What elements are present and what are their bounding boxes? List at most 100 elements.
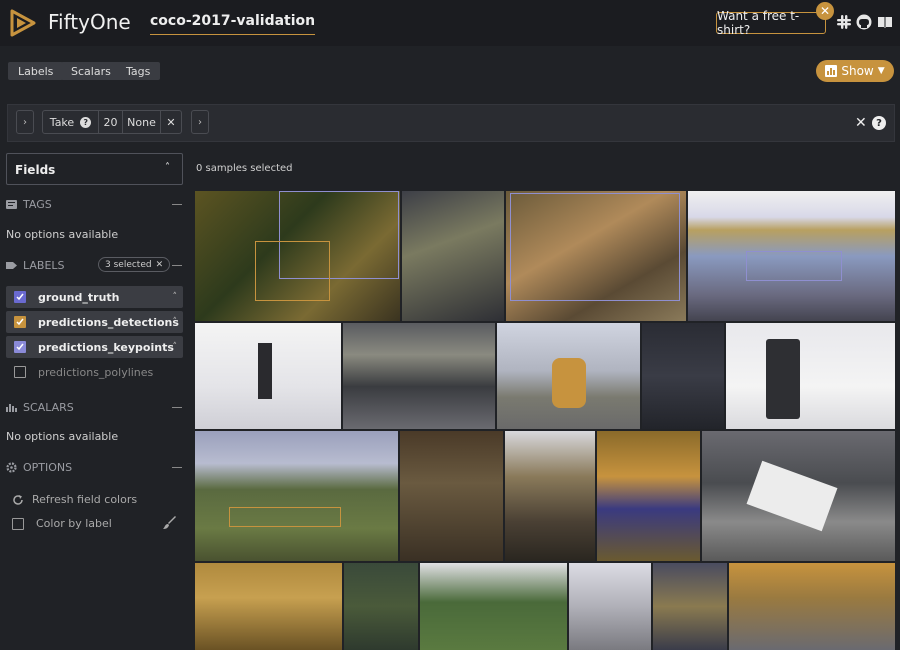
checkbox[interactable] — [14, 341, 26, 353]
sample-tile[interactable] — [420, 563, 567, 650]
sample-tile[interactable] — [195, 431, 398, 561]
bounding-box — [510, 193, 680, 301]
sample-tile[interactable] — [505, 431, 595, 561]
sample-tile[interactable] — [569, 563, 651, 650]
bounding-box — [746, 251, 842, 281]
options-section-header[interactable]: OPTIONS — [6, 459, 72, 475]
sample-tile[interactable] — [195, 323, 341, 429]
docs-icon[interactable] — [877, 14, 893, 30]
fiftyone-logo-icon[interactable] — [8, 8, 38, 38]
help-icon[interactable]: ? — [80, 116, 92, 128]
dataset-selector[interactable]: coco-2017-validation — [150, 13, 316, 35]
tab-scalars[interactable]: Scalars — [61, 62, 121, 80]
sample-tile[interactable] — [195, 191, 400, 321]
bounding-box — [255, 241, 330, 301]
bar-chart-icon — [6, 403, 17, 412]
scalars-section-header[interactable]: SCALARS — [6, 399, 74, 415]
github-icon[interactable] — [856, 14, 872, 30]
chevron-up-icon: ˄ — [165, 162, 170, 173]
chevron-up-icon[interactable]: ˄ — [173, 292, 178, 302]
check-icon — [16, 343, 24, 351]
app-name: FiftyOne — [48, 10, 131, 34]
close-icon[interactable]: ✕ — [816, 2, 834, 20]
chevron-up-icon[interactable]: ˄ — [173, 342, 178, 352]
collapse-tags-icon[interactable] — [172, 204, 182, 205]
view-stage[interactable]: Take ? 20 None ✕ — [42, 110, 182, 134]
selected-count-badge[interactable]: 3 selected ✕ — [98, 257, 171, 272]
labels-section-header[interactable]: LABELS — [6, 257, 65, 273]
check-icon — [16, 293, 24, 301]
slack-icon[interactable] — [836, 14, 852, 30]
show-button-label: Show — [841, 64, 874, 78]
color-by-label-toggle[interactable]: Color by label — [12, 517, 112, 530]
tab-tags[interactable]: Tags — [116, 62, 161, 80]
scalars-empty-text: No options available — [6, 430, 119, 443]
sample-object — [552, 358, 586, 408]
scalars-title: SCALARS — [23, 400, 74, 414]
label-field-name: ground_truth — [38, 290, 120, 304]
refresh-colors-button[interactable]: Refresh field colors — [12, 493, 137, 506]
bounding-box — [229, 507, 341, 527]
tags-section-header[interactable]: TAGS — [6, 196, 52, 212]
sample-tile[interactable] — [653, 563, 727, 650]
tags-title: TAGS — [23, 197, 52, 211]
remove-stage-icon[interactable]: ✕ — [161, 111, 181, 133]
options-title: OPTIONS — [23, 460, 73, 474]
gear-icon — [6, 461, 17, 473]
checkbox[interactable] — [14, 316, 26, 328]
stage-name[interactable]: Take ? — [43, 111, 99, 133]
label-row-predictions-detections[interactable]: predictions_detections ˄ — [6, 311, 183, 333]
stage-size-value[interactable]: 20 — [99, 111, 123, 133]
sample-tile[interactable] — [402, 191, 504, 321]
collapse-options-icon[interactable] — [172, 467, 182, 468]
stage-seed-value[interactable]: None — [123, 111, 161, 133]
add-stage-right-button[interactable]: › — [191, 110, 209, 134]
paintbrush-icon[interactable] — [163, 516, 177, 530]
sample-tile[interactable] — [597, 431, 700, 561]
clear-selection-icon[interactable]: ✕ — [156, 260, 164, 270]
sample-tile[interactable] — [642, 323, 724, 429]
sample-tile[interactable] — [400, 431, 503, 561]
tags-empty-text: No options available — [6, 228, 119, 241]
label-field-name: predictions_detections — [38, 315, 179, 329]
labels-title: LABELS — [23, 258, 65, 272]
collapse-labels-icon[interactable] — [172, 265, 182, 266]
sample-object — [746, 460, 838, 532]
sample-grid — [195, 191, 895, 650]
sample-tile[interactable] — [688, 191, 895, 321]
clear-view-icon[interactable]: ✕ — [855, 115, 867, 131]
add-stage-left-button[interactable]: › — [16, 110, 34, 134]
sample-tile[interactable] — [702, 431, 895, 561]
tab-labels[interactable]: Labels — [8, 62, 64, 80]
sample-tile[interactable] — [497, 323, 640, 429]
tshirt-promo-button[interactable]: Want a free t-shirt? — [716, 9, 826, 37]
label-icon — [6, 261, 17, 269]
sample-tile[interactable] — [729, 563, 895, 650]
checkbox[interactable] — [14, 366, 26, 378]
label-row-ground-truth[interactable]: ground_truth ˄ — [6, 286, 183, 308]
checkbox[interactable] — [12, 517, 24, 530]
check-icon — [16, 318, 24, 326]
sample-tile[interactable] — [195, 563, 342, 650]
refresh-icon — [13, 494, 23, 505]
sample-tile[interactable] — [344, 563, 418, 650]
checkbox[interactable] — [14, 291, 26, 303]
label-field-name: predictions_polylines — [38, 365, 154, 379]
chevron-up-icon[interactable]: ˄ — [173, 317, 178, 327]
chevron-down-icon: ▼ — [877, 66, 885, 76]
label-row-predictions-polylines[interactable]: predictions_polylines — [6, 361, 183, 383]
chart-icon — [825, 65, 838, 77]
sample-tile[interactable] — [726, 323, 895, 429]
help-icon[interactable]: ? — [872, 116, 886, 130]
collapse-scalars-icon[interactable] — [172, 407, 182, 408]
tags-icon — [6, 199, 17, 209]
selection-count: 0 samples selected — [196, 163, 293, 174]
top-header: FiftyOne coco-2017-validation Want a fre… — [0, 0, 900, 46]
sample-tile[interactable] — [506, 191, 686, 321]
label-field-name: predictions_keypoints — [38, 340, 174, 354]
sample-object — [766, 339, 800, 419]
fields-dropdown[interactable]: Fields ˄ — [6, 153, 183, 185]
label-row-predictions-keypoints[interactable]: predictions_keypoints ˄ — [6, 336, 183, 358]
show-button[interactable]: Show ▼ — [816, 60, 894, 82]
sample-tile[interactable] — [343, 323, 495, 429]
